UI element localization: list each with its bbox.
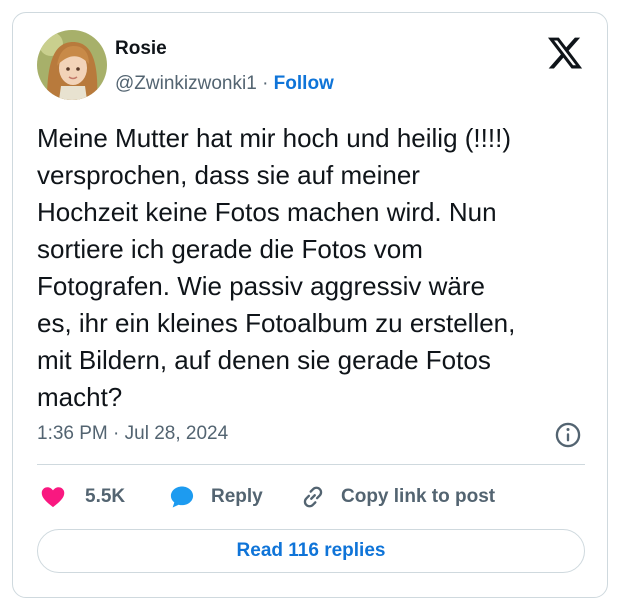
tweet-text-line: Meine Mutter hat mir hoch und heilig (!!…: [37, 123, 511, 153]
author-handle-row: @Zwinkizwonki1 · Follow: [115, 73, 334, 95]
tweet-card: Rosie @Zwinkizwonki1 · Follow Meine Mutt…: [12, 12, 608, 598]
x-logo-icon[interactable]: [546, 34, 584, 72]
tweet-text-line: mit Bildern, auf denen sie gerade Fotos: [37, 345, 491, 375]
reply-label: Reply: [211, 486, 263, 507]
read-replies-button[interactable]: Read 116 replies: [37, 529, 585, 573]
tweet-text-line: macht?: [37, 382, 123, 412]
read-replies-label: Read 116 replies: [236, 540, 386, 561]
tweet-text-line: sortiere ich gerade die Fotos vom: [37, 234, 423, 264]
like-count: 5.5K: [85, 486, 126, 507]
like-button[interactable]: 5.5K: [39, 482, 125, 512]
copy-link-button[interactable]: Copy link to post: [299, 482, 495, 512]
tweet-text: Meine Mutter hat mir hoch und heilig (!!…: [37, 120, 597, 416]
copy-link-label: Copy link to post: [341, 486, 496, 507]
heart-icon: [41, 487, 65, 508]
tweet-text-line: versprochen, dass sie auf meiner: [37, 160, 420, 190]
tweet-text-line: Fotografen. Wie passiv aggressiv wäre: [37, 271, 485, 301]
divider: [37, 464, 585, 465]
avatar[interactable]: [37, 30, 107, 100]
tweet-timestamp[interactable]: 1:36 PM · Jul 28, 2024: [37, 423, 228, 445]
reply-button[interactable]: Reply: [167, 482, 263, 512]
author-handle[interactable]: @Zwinkizwonki1: [115, 73, 257, 94]
tweet-text-line: es, ihr ein kleines Fotoalbum zu erstell…: [37, 308, 516, 338]
separator-dot: ·: [262, 73, 269, 94]
author-name[interactable]: Rosie: [115, 38, 167, 60]
follow-button[interactable]: Follow: [274, 73, 334, 94]
link-icon: [303, 486, 323, 508]
info-icon[interactable]: [554, 421, 582, 449]
tweet-text-line: Hochzeit keine Fotos machen wird. Nun: [37, 197, 497, 227]
speech-bubble-icon: [170, 486, 194, 508]
avatar-image: [37, 30, 107, 100]
